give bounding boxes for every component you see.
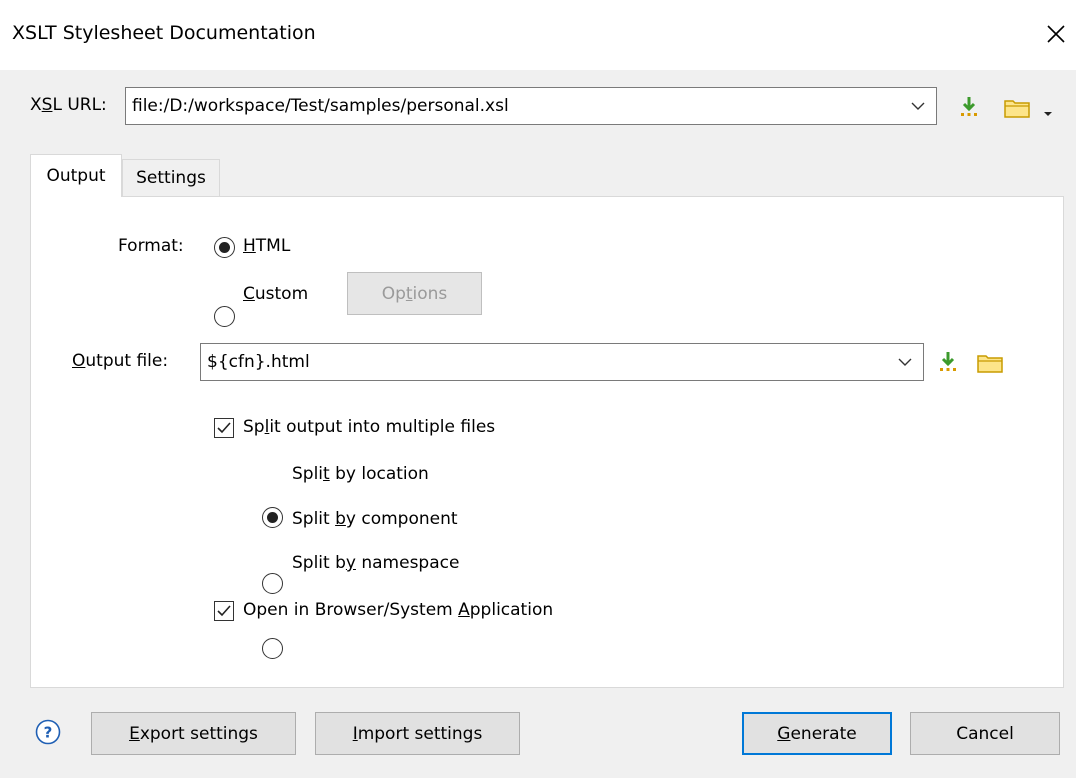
dropdown-arrow-icon[interactable] — [1043, 103, 1053, 123]
output-file-label: Output file: — [72, 351, 169, 371]
close-icon[interactable] — [1036, 14, 1076, 54]
cancel-button[interactable]: Cancel — [910, 712, 1060, 755]
dialog-title: XSLT Stylesheet Documentation — [12, 22, 316, 44]
split-output-checkbox[interactable] — [214, 418, 234, 438]
output-file-combo[interactable]: ${cfn}.html — [200, 343, 924, 381]
import-settings-button[interactable]: Import settings — [315, 712, 520, 755]
format-custom-label[interactable]: Custom — [243, 284, 308, 304]
format-html-radio[interactable] — [214, 237, 235, 258]
xsl-url-label: XSL URL: — [30, 95, 107, 115]
checkmark-icon — [217, 422, 231, 434]
download-icon[interactable] — [958, 95, 980, 124]
folder-icon[interactable] — [976, 352, 1004, 379]
xsl-url-combo[interactable]: file:/D:/workspace/Test/samples/personal… — [125, 87, 937, 125]
split-by-namespace-label[interactable]: Split by namespace — [292, 553, 459, 573]
options-button[interactable]: Op t ions — [347, 272, 482, 315]
xsl-url-value[interactable]: file:/D:/workspace/Test/samples/personal… — [126, 96, 900, 116]
generate-button[interactable]: Generate — [742, 712, 892, 755]
export-settings-button[interactable]: Export settings — [91, 712, 296, 755]
split-by-location-label[interactable]: Split by location — [292, 464, 429, 484]
svg-text:?: ? — [44, 724, 53, 742]
folder-icon[interactable] — [1003, 97, 1031, 124]
download-icon[interactable] — [937, 350, 959, 379]
tab-settings[interactable]: Settings — [122, 159, 220, 197]
split-by-namespace-radio[interactable] — [262, 638, 283, 659]
format-html-label[interactable]: HTML — [243, 236, 290, 256]
format-label: Format: — [118, 236, 184, 256]
output-file-value[interactable]: ${cfn}.html — [201, 352, 887, 372]
split-by-location-radio[interactable] — [262, 507, 283, 528]
split-by-component-label[interactable]: Split by component — [292, 509, 458, 529]
format-custom-radio[interactable] — [214, 306, 235, 327]
checkmark-icon — [217, 605, 231, 617]
open-in-browser-checkbox[interactable] — [214, 601, 234, 621]
chevron-down-icon[interactable] — [887, 357, 923, 367]
chevron-down-icon[interactable] — [900, 101, 936, 111]
open-in-browser-label[interactable]: Open in Browser/System Application — [243, 600, 553, 620]
split-by-component-radio[interactable] — [262, 573, 283, 594]
help-icon[interactable]: ? — [35, 719, 61, 750]
tab-output[interactable]: Output — [30, 154, 122, 197]
split-output-label[interactable]: Split output into multiple files — [243, 417, 495, 437]
